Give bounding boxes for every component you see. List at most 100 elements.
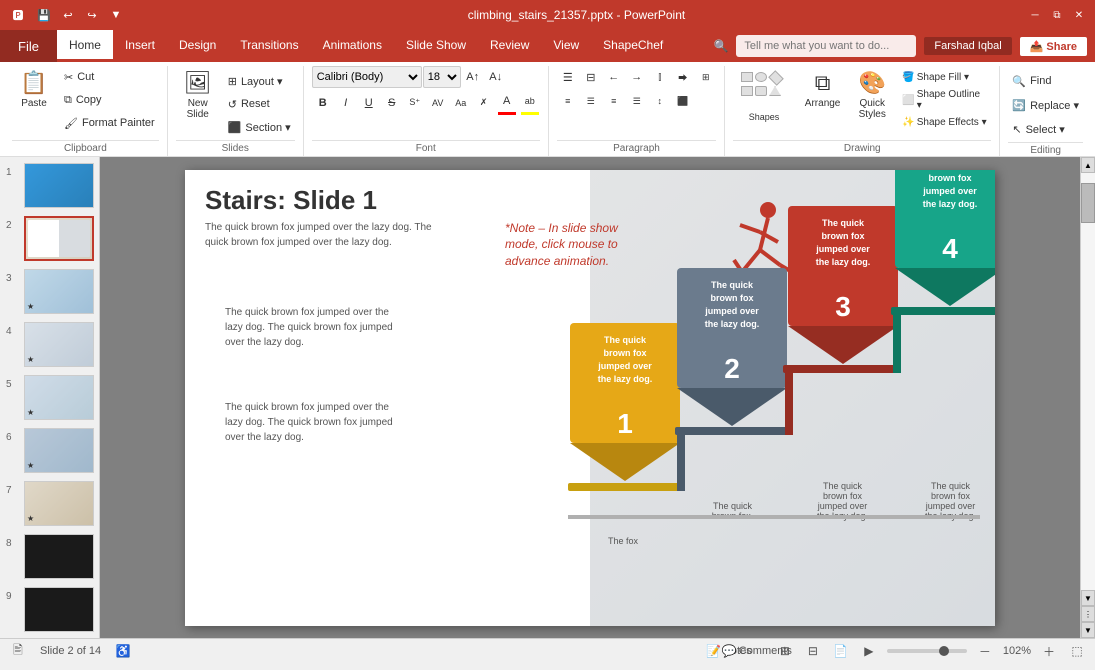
slide-sorter-button[interactable]: ⊟ [803, 641, 823, 661]
slide-thumb-9[interactable]: 9 [4, 585, 95, 634]
slideshow-button[interactable]: ▶ [859, 641, 879, 661]
line-spacing-button[interactable]: ↕ [649, 90, 671, 112]
menu-view[interactable]: View [541, 30, 591, 62]
fit-slide-button[interactable]: ⬚ [1067, 641, 1087, 661]
convert-to-smartart-button[interactable]: ⬛ [672, 90, 694, 112]
justify-button[interactable]: ☰ [626, 90, 648, 112]
powerpoint-icon: 🅿 [8, 5, 28, 25]
align-center-button[interactable]: ☰ [580, 90, 602, 112]
shape-outline-button[interactable]: ⬜ Shape Outline ▾ [898, 87, 991, 113]
reading-view-button[interactable]: 📄 [831, 641, 851, 661]
font-increase-button[interactable]: A↑ [462, 66, 484, 88]
numbered-button[interactable]: ⊟ [580, 66, 602, 88]
paste-button[interactable]: 📋 Paste [12, 66, 56, 113]
menu-home[interactable]: Home [57, 30, 113, 62]
search-input[interactable] [736, 35, 916, 57]
replace-button[interactable]: 🔄 Replace ▾ [1008, 94, 1083, 116]
drawing-label: Drawing [733, 140, 991, 156]
slide-thumb-3[interactable]: 3 ★ [4, 267, 95, 316]
shapes-button[interactable]: Shapes [733, 66, 795, 126]
slide-thumb-6[interactable]: 6 ★ [4, 426, 95, 475]
canvas-area[interactable]: Stairs: Slide 1 The quick brown fox jump… [100, 157, 1080, 638]
title-bar: 🅿 💾 ↩ ↪ ▼ climbing_stairs_21357.pptx - P… [0, 0, 1095, 30]
find-button[interactable]: 🔍 Find [1008, 70, 1055, 92]
shape-effects-button[interactable]: ✨ Shape Effects ▾ [898, 115, 991, 130]
copy-button[interactable]: ⧉ Copy [60, 89, 159, 111]
slide-thumb-1[interactable]: 1 [4, 161, 95, 210]
zoom-slider[interactable] [887, 649, 967, 653]
font-family-select[interactable]: Calibri (Body) [312, 66, 422, 88]
menu-insert[interactable]: Insert [113, 30, 167, 62]
section-button[interactable]: ⬛ Section ▾ [224, 116, 295, 138]
restore-button[interactable]: ⧉ [1049, 7, 1065, 23]
user-button[interactable]: Farshad Iqbal [924, 37, 1011, 55]
share-button[interactable]: 📤 Share [1020, 37, 1087, 56]
slide-thumb-2[interactable]: 2 [4, 214, 95, 263]
text-direction-button[interactable]: ⮕ [672, 66, 694, 88]
minimize-button[interactable]: ─ [1027, 7, 1043, 23]
cut-button[interactable]: ✂ Cut [60, 66, 159, 88]
new-slide-button[interactable]: 🖼 New Slide [176, 66, 220, 124]
save-button[interactable]: 💾 [34, 5, 54, 25]
add-slide-button[interactable]: 🖹 [8, 641, 28, 661]
increase-indent-button[interactable]: → [626, 66, 648, 88]
decrease-indent-button[interactable]: ← [603, 66, 625, 88]
scroll-bottom-button[interactable]: ▼ [1081, 622, 1095, 638]
text-shadow-button[interactable]: S⁺ [404, 92, 426, 114]
underline-button[interactable]: U [358, 92, 380, 114]
zoom-out-button[interactable]: － [975, 641, 995, 661]
slide-canvas[interactable]: Stairs: Slide 1 The quick brown fox jump… [185, 170, 995, 626]
font-size-select[interactable]: 18 [423, 66, 461, 88]
slide-thumb-8[interactable]: 8 [4, 532, 95, 581]
scroll-down-button[interactable]: ▼ [1081, 590, 1095, 606]
menu-slideshow[interactable]: Slide Show [394, 30, 478, 62]
slide-thumb-4[interactable]: 4 ★ [4, 320, 95, 369]
strikethrough-button[interactable]: S [381, 92, 403, 114]
shape-fill-button[interactable]: 🪣 Shape Fill ▾ [898, 70, 991, 85]
bullets-button[interactable]: ☰ [557, 66, 579, 88]
slide-thumb-5[interactable]: 5 ★ [4, 373, 95, 422]
close-button[interactable]: ✕ [1071, 7, 1087, 23]
highlight-button[interactable]: ab [519, 90, 541, 112]
menu-shapechef[interactable]: ShapeChef [591, 30, 675, 62]
copy-icon: ⧉ [64, 94, 72, 107]
slide-indented-text-1: The quick brown fox jumped over thelazy … [225, 305, 485, 350]
comments-button[interactable]: 💬 Comments [747, 641, 767, 661]
font-decrease-button[interactable]: A↓ [485, 66, 507, 88]
zoom-thumb[interactable] [939, 646, 949, 656]
spacing-button[interactable]: AV [427, 92, 449, 114]
select-button[interactable]: ↖ Select ▾ [1008, 118, 1068, 140]
italic-button[interactable]: I [335, 92, 357, 114]
align-left-button[interactable]: ≡ [557, 90, 579, 112]
bold-button[interactable]: B [312, 92, 334, 114]
menu-file[interactable]: File [0, 30, 57, 62]
menu-design[interactable]: Design [167, 30, 228, 62]
zoom-in-button[interactable]: ＋ [1039, 641, 1059, 661]
quick-styles-button[interactable]: 🎨 Quick Styles [850, 66, 894, 124]
layout-button[interactable]: ⊞ Layout ▾ [224, 70, 295, 92]
scroll-up-button[interactable]: ▲ [1081, 157, 1095, 173]
slide-num-6: 6 [6, 432, 20, 443]
accessibility-button[interactable]: ♿ [113, 641, 133, 661]
smart-art-button[interactable]: ⊞ [695, 66, 717, 88]
font-color-button[interactable]: A [496, 90, 518, 112]
menu-animations[interactable]: Animations [311, 30, 394, 62]
format-painter-button[interactable]: 🖌 Format Painter [60, 112, 159, 134]
normal-view-button[interactable]: ⊞ [775, 641, 795, 661]
notes-icon: 📝 [706, 644, 721, 658]
scroll-more-button[interactable]: ⋮ [1081, 606, 1095, 622]
redo-button[interactable]: ↪ [82, 5, 102, 25]
scroll-thumb[interactable] [1081, 183, 1095, 223]
columns-button[interactable]: ⫿ [649, 66, 671, 88]
change-case-button[interactable]: Aa [450, 92, 472, 114]
align-right-button[interactable]: ≡ [603, 90, 625, 112]
customize-button[interactable]: ▼ [106, 5, 126, 25]
arrange-button[interactable]: ⧉ Arrange [799, 66, 846, 113]
paste-icon: 📋 [20, 70, 47, 96]
reset-button[interactable]: ↺ Reset [224, 93, 295, 115]
menu-review[interactable]: Review [478, 30, 541, 62]
clear-format-button[interactable]: ✗ [473, 92, 495, 114]
menu-transitions[interactable]: Transitions [228, 30, 310, 62]
undo-button[interactable]: ↩ [58, 5, 78, 25]
slide-thumb-7[interactable]: 7 ★ [4, 479, 95, 528]
